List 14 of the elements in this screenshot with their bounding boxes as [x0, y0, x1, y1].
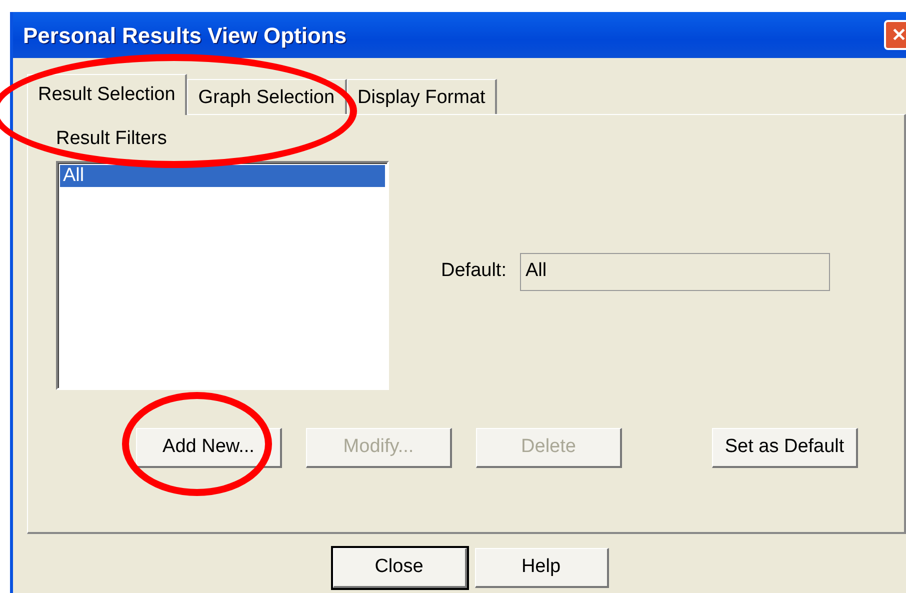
window-title: Personal Results View Options [23, 22, 347, 50]
default-value: All [525, 259, 547, 284]
action-button[interactable]: Add New... [136, 428, 282, 468]
dialog-button[interactable]: Close [332, 548, 466, 588]
close-button[interactable]: ✕ [884, 20, 906, 50]
tab[interactable]: Display Format [346, 79, 498, 114]
result-filters-label: Result Filters [56, 126, 168, 150]
default-label: Default: [441, 259, 506, 284]
dialog-button[interactable]: Help [474, 548, 608, 588]
action-button[interactable]: Set as Default [712, 428, 858, 468]
list-item[interactable]: All [60, 165, 385, 187]
tab[interactable]: Result Selection [27, 74, 188, 114]
tab[interactable]: Graph Selection [187, 79, 347, 114]
result-filters-list[interactable]: All [56, 161, 389, 390]
